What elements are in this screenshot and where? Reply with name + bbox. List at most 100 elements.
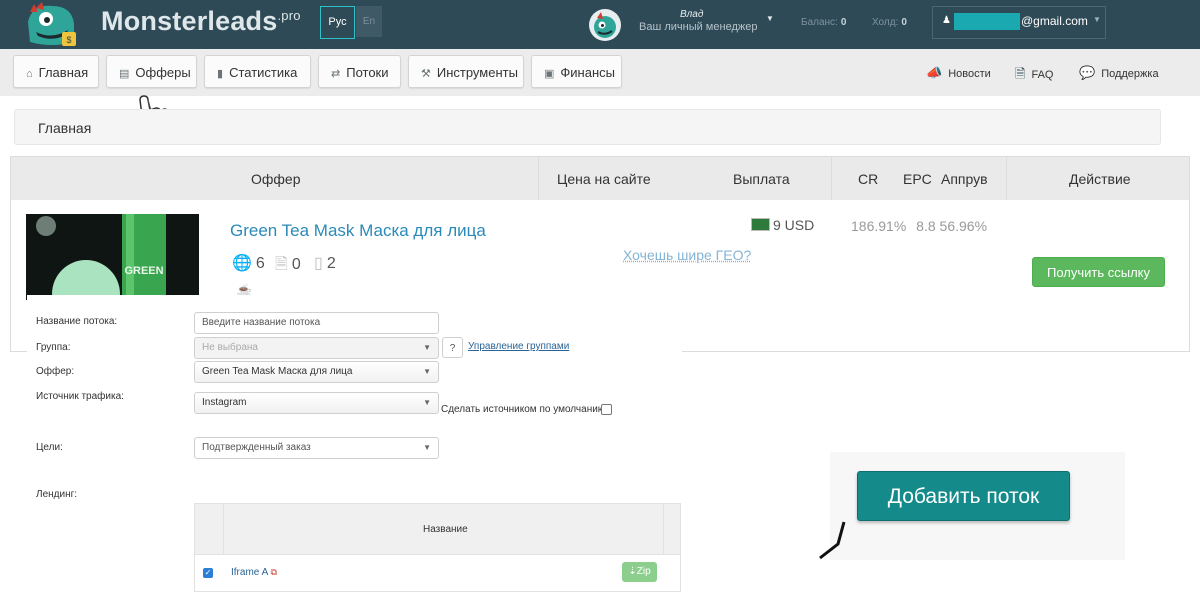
wrench-icon: ⚒ <box>421 68 431 80</box>
approve-value: 56.96% <box>939 218 988 234</box>
briefcase-icon: ▣ <box>544 68 555 80</box>
geo-count-value: 6 <box>255 255 265 272</box>
col-approve: Аппрув <box>941 171 988 187</box>
landing-link[interactable]: Iframe A ⧉ <box>231 567 277 578</box>
bar-chart-icon: ▮ <box>217 68 224 80</box>
country-flag-icon <box>751 218 770 231</box>
zip-download-button[interactable]: ⇣Zip <box>622 562 657 582</box>
stream-name-label: Название потока: <box>36 316 118 327</box>
traffic-source-value: Instagram <box>202 397 247 408</box>
hold-value: 0 <box>901 17 907 28</box>
offer-select[interactable]: Green Tea Mask Маска для лица ▼ <box>194 361 439 383</box>
manager-avatar[interactable] <box>589 9 621 41</box>
landing-name-column: Название <box>423 524 468 535</box>
chevron-down-icon: ▼ <box>423 398 431 407</box>
chat-bubble-icon: 💬 <box>1079 65 1096 80</box>
nav-home-label: Главная <box>38 65 89 80</box>
geo-count: 🌐 6 <box>232 253 265 273</box>
breadcrumb-current[interactable]: Главная <box>38 120 91 136</box>
col-epc: EPC <box>903 171 932 187</box>
stream-name-input[interactable]: Введите название потока <box>194 312 439 334</box>
offer-stats: 186.91% 8.8 56.96% <box>851 218 987 234</box>
lang-ru-button[interactable]: Рус <box>320 6 355 39</box>
brand-name: Monsterleads <box>101 6 278 36</box>
landings-count: 🗎 0 <box>275 253 301 280</box>
nav-support[interactable]: 💬 Поддержка <box>1079 65 1159 81</box>
col-action: Действие <box>1069 171 1131 187</box>
nav-offers-label: Офферы <box>135 65 191 80</box>
nav-streams[interactable]: ⇄ Потоки <box>318 55 401 88</box>
manager-role: Ваш личный менеджер <box>639 21 758 33</box>
nav-faq-label: FAQ <box>1031 69 1054 81</box>
goals-select[interactable]: Подтвержденный заказ ▼ <box>194 437 439 459</box>
cr-value: 186.91% <box>851 218 907 234</box>
list-icon: ▤ <box>119 68 130 80</box>
nav-support-label: Поддержка <box>1101 68 1159 80</box>
nav-finance[interactable]: ▣ Финансы <box>531 55 622 88</box>
default-source-label: Сделать источником по умолчанию <box>441 404 606 415</box>
landing-checkbox[interactable]: ✓ <box>203 568 213 578</box>
document-icon: 🗎 <box>1015 66 1026 81</box>
nav-stats[interactable]: ▮ Статистика <box>204 55 311 88</box>
home-icon: ⌂ <box>26 68 33 80</box>
mobile-icon: ▯ <box>314 255 323 272</box>
offer-image-label: GREEN <box>124 265 163 277</box>
chevron-down-icon[interactable]: ▼ <box>766 14 774 23</box>
offer-image[interactable]: GREEN <box>26 214 199 300</box>
manager-name[interactable]: Влад <box>680 9 703 20</box>
hold-label: Холд: <box>872 17 899 28</box>
goals-select-value: Подтвержденный заказ <box>202 442 311 453</box>
nav-home[interactable]: ⌂ Главная <box>13 55 99 88</box>
get-link-button[interactable]: Получить ссылку <box>1032 257 1165 287</box>
svg-text:$: $ <box>66 35 71 45</box>
offer-select-value: Green Tea Mask Маска для лица <box>202 366 353 377</box>
globe-icon: 🌐 <box>232 255 252 272</box>
cursor-pointer-icon <box>818 520 848 565</box>
col-payout: Выплата <box>733 171 790 187</box>
default-source-checkbox[interactable] <box>601 404 612 415</box>
epc-value: 8.8 <box>916 218 936 234</box>
traffic-source-label: Источник трафика: <box>36 391 124 402</box>
col-cr: CR <box>858 171 879 187</box>
megaphone-icon: 📣 <box>926 65 943 80</box>
hold: Холд: 0 <box>872 17 907 28</box>
nav-news[interactable]: 📣 Новости <box>926 65 991 81</box>
nav-tools[interactable]: ⚒ Инструменты <box>408 55 524 88</box>
balance: Баланс: 0 <box>801 17 846 28</box>
offer-label: Оффер: <box>36 366 75 377</box>
add-stream-button[interactable]: Добавить поток <box>857 471 1070 521</box>
chevron-down-icon: ▼ <box>423 343 431 352</box>
offer-title-link[interactable]: Green Tea Mask Маска для лица <box>230 221 486 241</box>
nav-faq[interactable]: 🗎 FAQ <box>1015 65 1053 87</box>
lang-en-button[interactable]: En <box>356 6 382 37</box>
nav-tools-label: Инструменты <box>436 65 518 80</box>
manage-groups-link[interactable]: Управление группами <box>468 341 569 352</box>
brand-suffix: .pro <box>277 8 301 23</box>
wider-geo-link[interactable]: Хочешь шире ГЕО? <box>623 247 751 263</box>
nav-finance-label: Финансы <box>560 65 615 80</box>
group-select[interactable]: Не выбрана ▼ <box>194 337 439 359</box>
traffic-source-select[interactable]: Instagram ▼ <box>194 392 439 414</box>
external-link-icon: ⧉ <box>270 567 277 577</box>
brand-logo[interactable]: Monsterleads.pro <box>101 6 301 37</box>
help-button[interactable]: ? <box>442 337 463 358</box>
landing-link-label: Iframe A <box>231 567 268 578</box>
document-icon: 🗎 <box>275 256 288 273</box>
group-select-value: Не выбрана <box>202 342 258 353</box>
goals-label: Цели: <box>36 442 63 453</box>
email-redaction <box>954 13 1020 30</box>
balance-value: 0 <box>840 17 847 28</box>
chevron-down-icon[interactable]: ▼ <box>1093 15 1101 24</box>
monster-logo-icon[interactable]: $ <box>22 2 82 48</box>
account-email[interactable]: @gmail.com <box>1021 14 1088 28</box>
nav-news-label: Новости <box>948 68 991 80</box>
col-offer: Оффер <box>251 171 301 187</box>
balance-label: Баланс: <box>801 17 838 28</box>
download-icon: ⇣ <box>628 566 637 577</box>
group-label: Группа: <box>36 342 71 353</box>
breadcrumb <box>14 109 1161 145</box>
user-icon: ♟ <box>942 15 951 26</box>
nav-offers[interactable]: ▤ Офферы <box>106 55 197 88</box>
shuffle-icon: ⇄ <box>331 68 341 80</box>
landings-count-value: 0 <box>291 256 301 273</box>
